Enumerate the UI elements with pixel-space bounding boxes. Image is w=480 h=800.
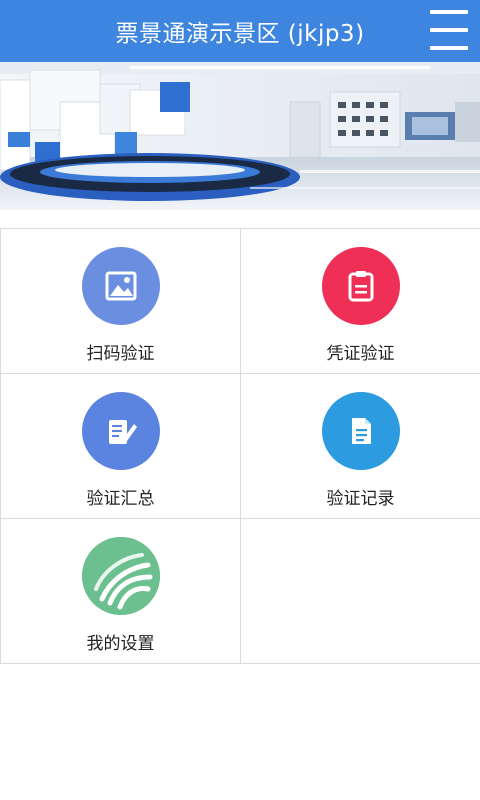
function-grid: 扫码验证 凭证验证 验证汇总 验证记录 我的设置: [0, 228, 480, 664]
voucher-verify-label: 凭证验证: [326, 344, 395, 364]
edit-note-icon: [81, 392, 160, 470]
exhibition-hall-icon: [0, 62, 480, 210]
my-settings-button[interactable]: 我的设置: [0, 519, 240, 663]
grid-row: 我的设置: [0, 519, 480, 664]
scan-verify-button[interactable]: 扫码验证: [0, 229, 240, 373]
clipboard-icon: [321, 247, 400, 325]
voucher-verify-button[interactable]: 凭证验证: [240, 229, 480, 373]
my-settings-label: 我的设置: [86, 634, 155, 654]
empty-cell: [240, 519, 480, 663]
grid-row: 扫码验证 凭证验证: [0, 229, 480, 374]
verify-summary-button[interactable]: 验证汇总: [0, 374, 240, 518]
verify-summary-label: 验证汇总: [86, 489, 155, 509]
app-header: 票景通演示景区 (jkjp3): [0, 0, 480, 62]
verify-records-button[interactable]: 验证记录: [240, 374, 480, 518]
scan-verify-label: 扫码验证: [86, 344, 155, 364]
verify-records-label: 验证记录: [326, 489, 395, 509]
page-title: 票景通演示景区 (jkjp3): [115, 21, 365, 47]
document-icon: [321, 392, 400, 470]
grid-row: 验证汇总 验证记录: [0, 374, 480, 519]
hamburger-icon[interactable]: [430, 10, 468, 50]
image-icon: [81, 247, 160, 325]
banner-image: [0, 62, 480, 210]
wave-logo-icon: [81, 537, 160, 615]
